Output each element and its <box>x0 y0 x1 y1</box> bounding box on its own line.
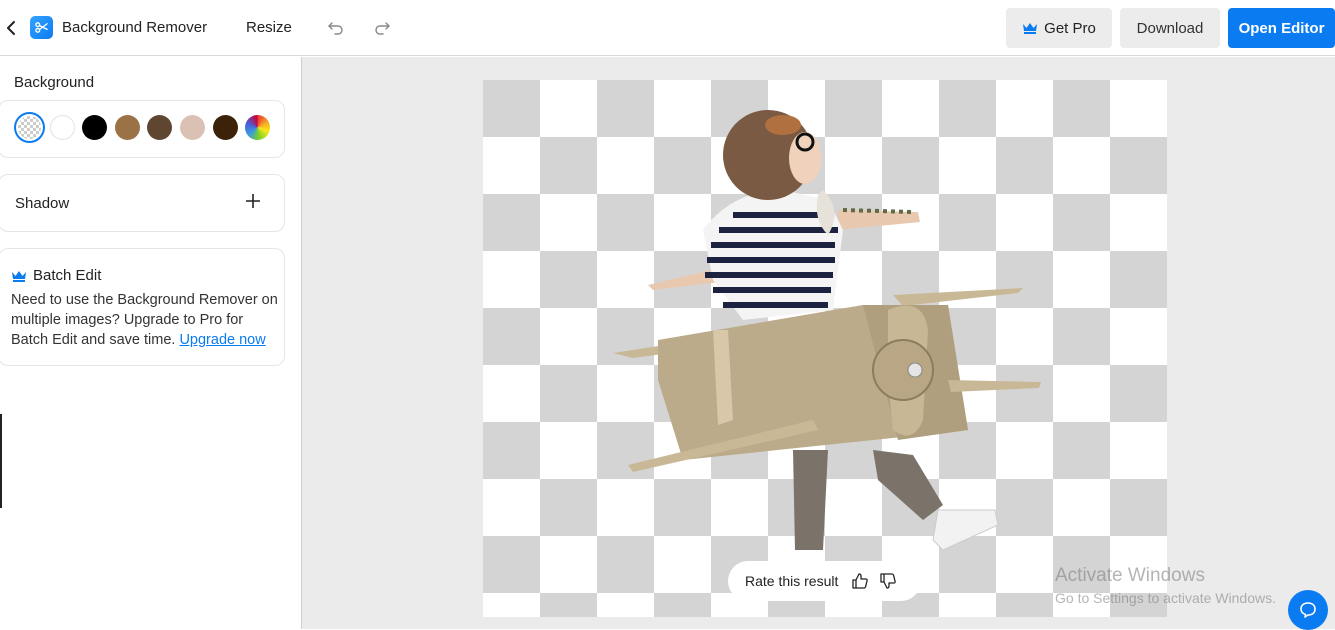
swatch-tan[interactable] <box>114 115 140 140</box>
face <box>789 132 821 184</box>
activate-windows-subtitle: Go to Settings to activate Windows. <box>1055 590 1276 606</box>
thumbs-down-icon[interactable] <box>879 572 897 590</box>
upgrade-now-link[interactable]: Upgrade now <box>179 332 265 348</box>
get-pro-label: Get Pro <box>1044 19 1096 37</box>
goggles <box>765 115 801 135</box>
plus-icon[interactable] <box>245 193 261 209</box>
swatch-white[interactable] <box>49 115 75 140</box>
download-button[interactable]: Download <box>1120 8 1220 48</box>
resize-button[interactable]: Resize <box>246 19 292 36</box>
batch-edit-card: Batch Edit Need to use the Background Re… <box>0 248 285 366</box>
swatch-beige[interactable] <box>179 115 205 140</box>
swatch-list <box>17 115 278 140</box>
crown-icon <box>12 270 26 282</box>
rate-result-label: Rate this result <box>745 573 839 589</box>
background-swatch-card <box>0 100 285 158</box>
swatch-dark-brown[interactable] <box>147 115 173 140</box>
background-section-label: Background <box>14 74 95 91</box>
back-chevron-icon[interactable] <box>3 17 19 39</box>
chat-bubble-icon <box>1300 602 1316 618</box>
left-leg <box>793 450 828 550</box>
subject-image <box>613 110 1041 551</box>
swatch-transparent[interactable] <box>18 116 41 139</box>
batch-edit-title-text: Batch Edit <box>33 267 102 284</box>
batch-edit-description: Need to use the Background Remover on mu… <box>11 290 281 350</box>
redo-icon[interactable] <box>372 18 392 38</box>
shadow-label: Shadow <box>15 195 70 212</box>
sneaker <box>932 509 999 551</box>
image-canvas[interactable] <box>483 80 1167 617</box>
app-title: Background Remover <box>62 19 208 36</box>
striped-shirt <box>703 190 914 320</box>
left-edge-handle <box>0 414 2 508</box>
undo-icon[interactable] <box>326 18 346 38</box>
activate-windows-title: Activate Windows <box>1055 565 1205 586</box>
swatch-espresso[interactable] <box>212 115 238 140</box>
swatch-custom-color[interactable] <box>245 115 271 140</box>
crown-icon <box>1023 23 1038 34</box>
thumbs-up-icon[interactable] <box>851 572 869 590</box>
rate-result-bar: Rate this result <box>728 561 921 601</box>
right-leg <box>873 450 943 520</box>
swatch-black[interactable] <box>82 115 108 140</box>
cardboard-airplane <box>613 288 1041 472</box>
open-editor-button[interactable]: Open Editor <box>1228 8 1335 48</box>
scissors-icon <box>35 22 48 33</box>
scissors-app-icon <box>30 16 53 39</box>
chat-support-button[interactable] <box>1288 590 1328 630</box>
get-pro-button[interactable]: Get Pro <box>1006 8 1112 48</box>
batch-edit-title: Batch Edit <box>11 267 101 284</box>
shadow-card[interactable]: Shadow <box>0 174 285 232</box>
top-bar: Background Remover Resize Get Pro Downlo… <box>0 0 1335 56</box>
